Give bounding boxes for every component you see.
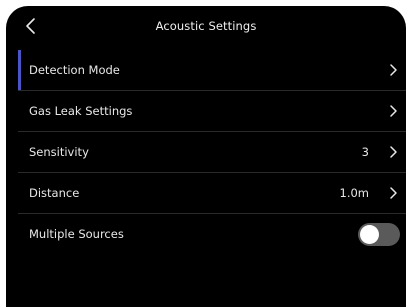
setting-row-multiple-sources: Multiple Sources: [18, 214, 406, 254]
setting-row-detection-mode[interactable]: Detection Mode: [18, 50, 406, 91]
page-title: Acoustic Settings: [155, 19, 257, 33]
setting-label: Sensitivity: [29, 145, 89, 159]
setting-label: Detection Mode: [29, 63, 120, 77]
chevron-right-icon: [390, 105, 397, 117]
header: Acoustic Settings: [6, 6, 406, 46]
toggle-knob: [360, 225, 379, 244]
setting-label: Gas Leak Settings: [29, 104, 133, 118]
chevron-right-icon: [390, 187, 397, 199]
setting-row-sensitivity[interactable]: Sensitivity 3: [18, 132, 406, 173]
multiple-sources-toggle[interactable]: [358, 223, 400, 246]
setting-row-distance[interactable]: Distance 1.0m: [18, 173, 406, 214]
setting-value: 1.0m: [339, 186, 370, 200]
setting-label: Distance: [29, 186, 80, 200]
acoustic-settings-screen: Acoustic Settings Detection Mode Gas Lea…: [6, 6, 406, 307]
chevron-right-icon: [390, 146, 397, 158]
setting-value: 3: [361, 145, 369, 159]
chevron-right-icon: [390, 64, 397, 76]
setting-row-gas-leak-settings[interactable]: Gas Leak Settings: [18, 91, 406, 132]
settings-list: Detection Mode Gas Leak Settings Sensiti…: [18, 50, 406, 254]
setting-label: Multiple Sources: [29, 227, 124, 241]
